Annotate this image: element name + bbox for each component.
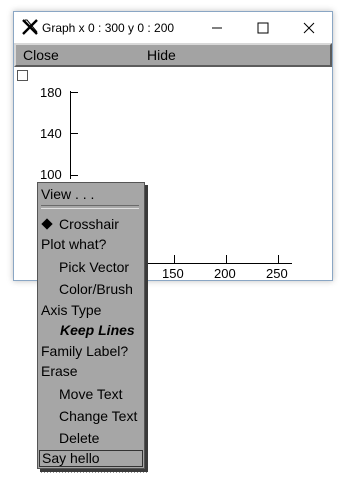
menu-bar: Close Hide xyxy=(14,43,332,67)
menu-item-color-brush[interactable]: Color/Brush xyxy=(59,281,133,297)
corner-checkbox[interactable] xyxy=(17,70,28,81)
title-bar[interactable]: Graph x 0 : 300 y 0 : 200 xyxy=(14,12,332,43)
context-menu: View . . . Crosshair Plot what? Pick Vec… xyxy=(37,182,145,469)
minimize-icon xyxy=(212,27,222,29)
x-tick xyxy=(278,255,279,264)
y-axis-line xyxy=(70,91,71,179)
y-tick-label: 140 xyxy=(40,126,62,141)
menu-item-keep-lines[interactable]: Keep Lines xyxy=(60,322,135,338)
menu-item-axis-type[interactable]: Axis Type xyxy=(41,302,101,318)
menu-separator xyxy=(41,205,139,209)
y-tick-label: 180 xyxy=(40,85,62,100)
diamond-icon xyxy=(41,218,53,230)
menu-item-change-text[interactable]: Change Text xyxy=(59,408,137,424)
window-title: Graph x 0 : 300 y 0 : 200 xyxy=(42,21,175,35)
x-tick-label: 150 xyxy=(162,266,184,281)
y-tick xyxy=(70,92,78,93)
menu-item-move-text[interactable]: Move Text xyxy=(59,386,123,402)
menu-item-delete[interactable]: Delete xyxy=(59,430,99,446)
close-icon xyxy=(303,22,315,34)
x-tick-label: 200 xyxy=(214,266,236,281)
x-axis-line xyxy=(134,263,292,264)
menu-item-view[interactable]: View . . . xyxy=(41,186,94,202)
y-tick-label: 100 xyxy=(40,167,62,182)
menu-item-family-label[interactable]: Family Label? xyxy=(41,343,128,359)
maximize-button[interactable] xyxy=(240,12,286,43)
x-tick-label: 250 xyxy=(266,266,288,281)
say-hello-button[interactable]: Say hello xyxy=(39,450,143,467)
say-hello-label: Say hello xyxy=(42,450,100,466)
y-tick xyxy=(70,175,78,176)
x-app-icon xyxy=(21,18,39,36)
x-tick xyxy=(174,255,175,264)
close-button[interactable] xyxy=(286,12,332,43)
maximize-icon xyxy=(257,22,269,34)
menu-hide[interactable]: Hide xyxy=(147,47,176,63)
menu-close[interactable]: Close xyxy=(23,47,59,63)
y-tick xyxy=(70,133,78,134)
menu-item-plot-what[interactable]: Plot what? xyxy=(41,236,106,252)
minimize-button[interactable] xyxy=(194,12,240,43)
screen: Graph x 0 : 300 y 0 : 200 Close Hide 180… xyxy=(0,0,345,486)
menu-item-crosshair[interactable]: Crosshair xyxy=(59,216,119,232)
menu-item-pick-vector[interactable]: Pick Vector xyxy=(59,259,129,275)
menu-item-erase[interactable]: Erase xyxy=(41,363,78,379)
x-tick xyxy=(226,255,227,264)
